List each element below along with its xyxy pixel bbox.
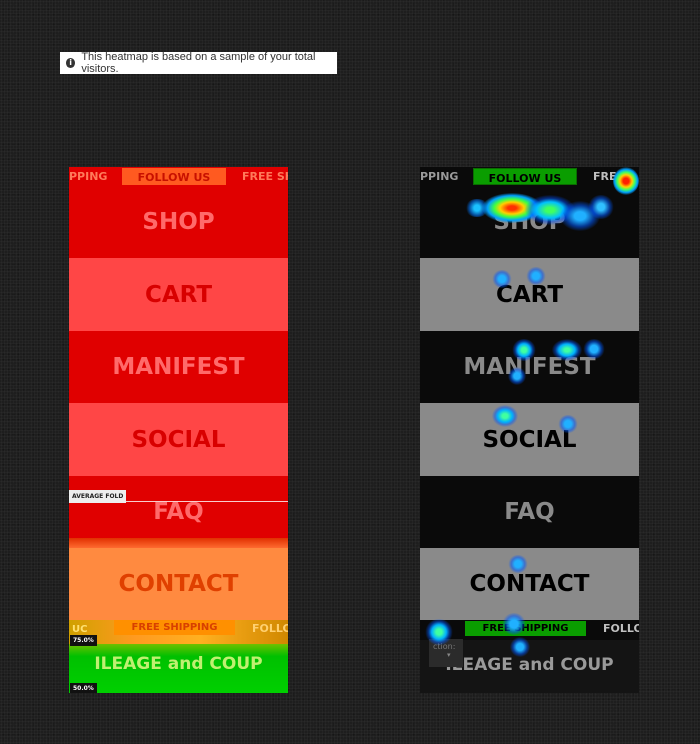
marquee-item-right: FOLLO — [252, 622, 288, 635]
nav-faq-label: FAQ — [504, 499, 555, 525]
marquee-item-right: FOLLO — [603, 622, 639, 635]
nav-contact[interactable]: CONTACT — [420, 548, 639, 620]
nav-faq[interactable]: FAQ — [420, 476, 639, 548]
follow-us-link[interactable]: FOLLOW US — [473, 168, 577, 185]
scroll-75-marker: 75.0% — [70, 635, 97, 646]
click-hotspot — [552, 339, 582, 361]
heatmap-notice: i This heatmap is based on a sample of y… — [60, 51, 337, 75]
click-hotspot — [512, 339, 536, 361]
nav-contact[interactable]: CONTACT — [69, 548, 288, 620]
click-hotspot — [508, 555, 528, 573]
click-hotspot — [502, 613, 526, 635]
nav-shop-label: SHOP — [142, 209, 215, 235]
follow-us-label: FOLLOW US — [137, 171, 211, 184]
bottom-marquee-bar: UC FREE SHIPPING FOLLO — [69, 620, 288, 644]
nav-manifest-label: MANIFEST — [112, 354, 245, 380]
nav-manifest[interactable]: MANIFEST — [69, 331, 288, 403]
top-marquee-bar: PPING FOLLOW US FRE — [420, 167, 639, 186]
free-shipping-label: FREE SHIPPING — [131, 622, 218, 633]
info-icon: i — [66, 58, 76, 68]
click-hotspot — [588, 195, 614, 219]
click-hotspot — [558, 415, 578, 433]
nav-shop[interactable]: SHOP — [69, 186, 288, 258]
click-hotspot — [526, 267, 546, 285]
nav-faq-label: FAQ — [153, 499, 204, 525]
marquee-fragment: UC — [72, 624, 88, 635]
nav-contact-label: CONTACT — [118, 571, 239, 597]
nav-cart-label: CART — [144, 281, 213, 308]
click-hotspot — [510, 637, 530, 657]
marquee-item-left: PPING — [420, 170, 459, 183]
nav-contact-label: CONTACT — [469, 571, 590, 597]
marquee-item-right: FREE SH — [242, 170, 288, 183]
top-marquee-bar: PPING FOLLOW US FREE SH — [69, 167, 288, 186]
follow-us-label: FOLLOW US — [488, 172, 562, 185]
marquee-item-left: PPING — [69, 170, 108, 183]
scroll-heatmap-panel: PPING FOLLOW US FREE SH SHOP CART MANIFE… — [69, 167, 288, 693]
notice-text: This heatmap is based on a sample of you… — [81, 51, 316, 75]
mileage-text: ILEAGE and COUP — [94, 654, 263, 674]
nav-social[interactable]: SOCIAL — [420, 403, 639, 476]
nav-social[interactable]: SOCIAL — [69, 403, 288, 476]
average-fold-label: AVERAGE FOLD — [69, 490, 127, 503]
click-hotspot — [583, 339, 605, 359]
chevron-down-icon: ▾ — [447, 651, 451, 659]
click-hotspot — [492, 405, 518, 427]
follow-us-link[interactable]: FOLLOW US — [122, 168, 226, 185]
click-hotspot — [425, 619, 453, 645]
click-hotspot — [492, 270, 512, 288]
click-heatmap-panel: PPING FOLLOW US FRE SHOP CART MANIFEST S… — [420, 167, 639, 693]
heat-gradient-strip — [69, 538, 288, 548]
free-shipping-badge: FREE SHIPPING — [114, 620, 235, 635]
scroll-50-marker: 50.0% — [70, 683, 97, 693]
click-hotspot — [613, 167, 639, 195]
nav-cart[interactable]: CART — [69, 258, 288, 331]
nav-social-label: SOCIAL — [131, 426, 226, 453]
click-hotspot — [508, 367, 526, 385]
mileage-banner: ILEAGE and COUP — [69, 644, 288, 693]
